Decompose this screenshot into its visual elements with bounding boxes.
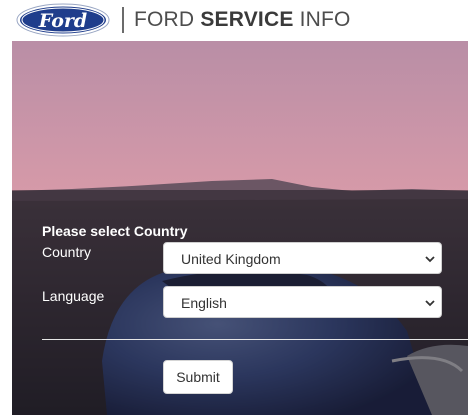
chevron-down-icon <box>425 256 435 263</box>
site-header: Ford FORD SERVICE INFO <box>0 0 468 41</box>
country-label: Country <box>42 244 92 260</box>
title-part-info: INFO <box>293 8 351 31</box>
language-select[interactable]: English <box>163 286 442 318</box>
title-part-ford: FORD <box>134 8 201 31</box>
form-divider <box>42 339 468 340</box>
page-title: FORD SERVICE INFO <box>134 8 351 32</box>
submit-button[interactable]: Submit <box>163 360 233 394</box>
country-select[interactable]: United Kingdom <box>163 242 442 274</box>
panel-heading: Please select Country <box>42 223 188 239</box>
ford-logo-text: Ford <box>38 10 87 32</box>
language-label: Language <box>42 288 105 304</box>
chevron-down-icon <box>425 300 435 307</box>
title-part-service: SERVICE <box>200 8 294 31</box>
language-select-value: English <box>181 295 227 311</box>
country-select-value: United Kingdom <box>181 251 281 267</box>
header-divider <box>122 7 124 33</box>
ford-logo-icon[interactable]: Ford <box>16 3 110 37</box>
